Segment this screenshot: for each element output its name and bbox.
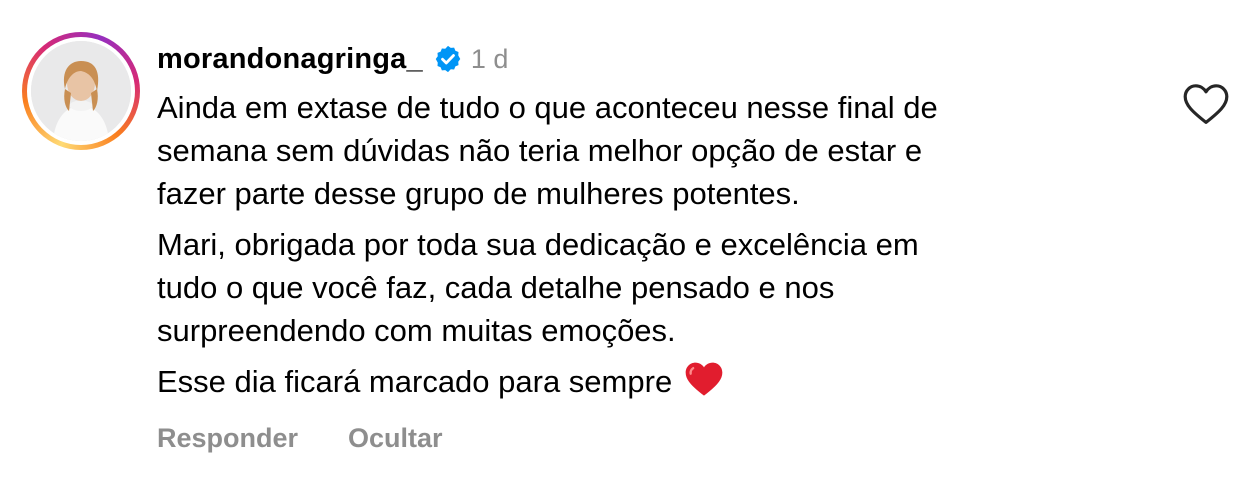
verified-badge-icon (433, 44, 463, 74)
story-ring[interactable] (22, 32, 140, 150)
avatar[interactable] (31, 41, 131, 141)
heart-outline-icon[interactable] (1182, 82, 1230, 126)
hide-button[interactable]: Ocultar (348, 423, 443, 454)
username[interactable]: morandonagringa_ (157, 43, 423, 76)
comment-text: Ainda em extase de tudo o que aconteceu … (157, 86, 1157, 403)
reply-button[interactable]: Responder (157, 423, 298, 454)
comment-paragraph-last: Esse dia ficará marcado para sempre (157, 360, 1157, 403)
avatar-photo (31, 41, 131, 141)
comment-paragraph: Ainda em extase de tudo o que aconteceu … (157, 90, 938, 211)
comment-paragraph: Mari, obrigada por toda sua dedicação e … (157, 227, 919, 348)
comment-content: morandonagringa_ 1 d Ainda em extase de … (157, 36, 1157, 454)
comment-time: 1 d (470, 43, 509, 74)
comment-actions: Responder Ocultar (157, 423, 1157, 454)
comment-header: morandonagringa_ 1 d (157, 36, 1157, 82)
red-heart-emoji (684, 360, 724, 398)
